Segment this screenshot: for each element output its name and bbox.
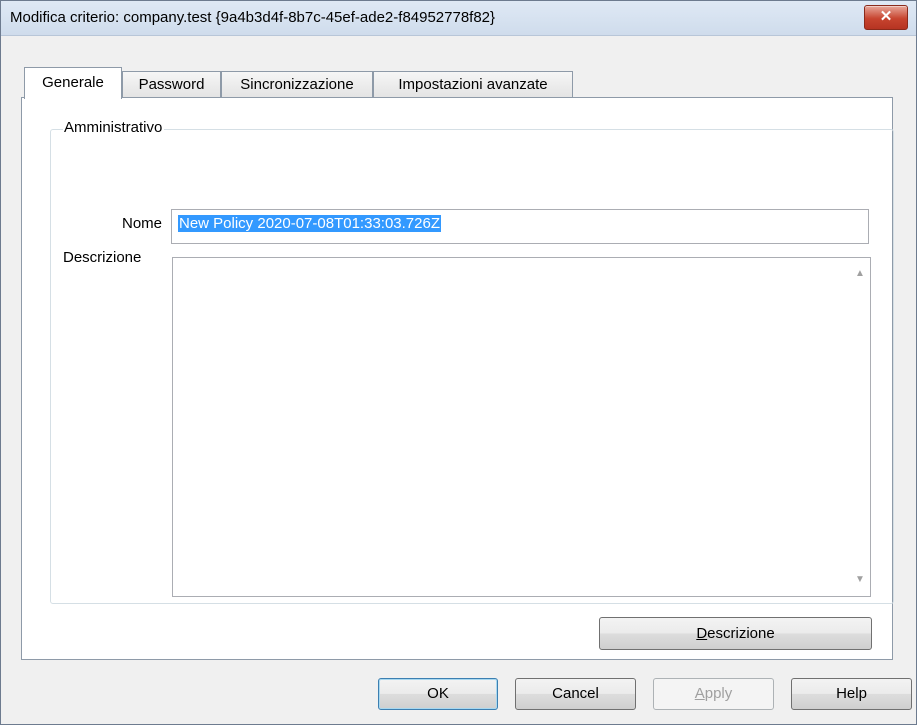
tab-generale[interactable]: Generale: [24, 67, 122, 99]
name-input[interactable]: New Policy 2020-07-08T01:33:03.726Z: [171, 209, 869, 244]
dialog-client-area: Generale Password Sincronizzazione Impos…: [1, 36, 916, 724]
description-label: Descrizione: [63, 249, 142, 266]
dialog-window: Modifica criterio: company.test {9a4b3d4…: [0, 0, 917, 725]
close-icon: ✕: [879, 8, 893, 25]
name-input-value: New Policy 2020-07-08T01:33:03.726Z: [178, 215, 441, 232]
description-button[interactable]: Descrizione: [599, 617, 872, 650]
cancel-button[interactable]: Cancel: [515, 678, 636, 710]
tab-password[interactable]: Password: [122, 71, 221, 98]
group-legend: Amministrativo: [63, 119, 165, 136]
tab-panel-generale: Amministrativo Nome New Policy 2020-07-0…: [21, 97, 894, 660]
description-scrollbar[interactable]: ▲ ▼: [850, 258, 870, 596]
description-button-rest: escrizione: [707, 625, 775, 642]
description-textarea[interactable]: ▲ ▼: [172, 257, 871, 597]
scroll-down-arrow-icon[interactable]: ▼: [850, 570, 870, 590]
title-bar[interactable]: Modifica criterio: company.test {9a4b3d4…: [1, 1, 916, 36]
description-button-mnemonic: D: [696, 625, 708, 642]
help-button[interactable]: Help: [791, 678, 912, 710]
apply-button-rest: pply: [704, 685, 733, 702]
ok-button[interactable]: OK: [378, 678, 498, 710]
window-title: Modifica criterio: company.test {9a4b3d4…: [10, 9, 496, 26]
close-button[interactable]: ✕: [864, 5, 908, 30]
tab-sincronizzazione[interactable]: Sincronizzazione: [221, 71, 373, 98]
tab-impostazioni-avanzate[interactable]: Impostazioni avanzate: [373, 71, 573, 98]
scroll-up-arrow-icon[interactable]: ▲: [850, 264, 870, 284]
name-label: Nome: [122, 215, 163, 232]
apply-button-mnemonic: A: [694, 685, 705, 702]
apply-button[interactable]: Apply: [653, 678, 774, 710]
